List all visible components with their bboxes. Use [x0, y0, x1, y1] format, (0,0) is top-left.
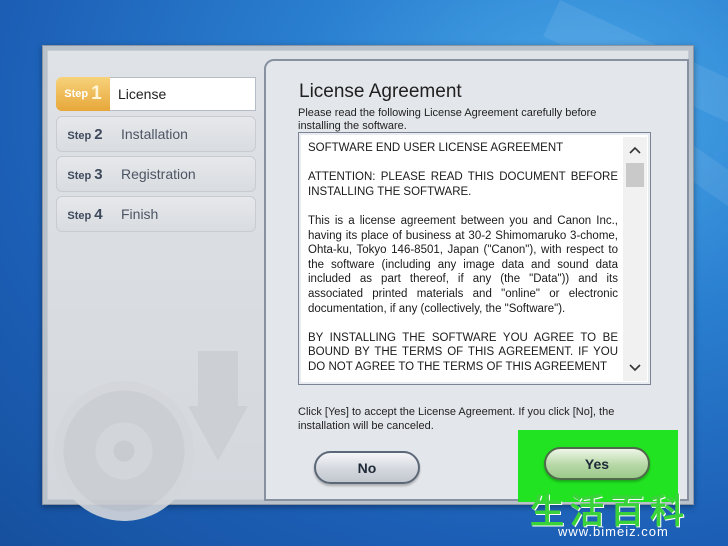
- step-tag-label: Step: [67, 129, 92, 142]
- cd-disc-icon: [54, 381, 194, 521]
- step-tag-label: Step: [67, 169, 92, 182]
- step-finish: Step 4 Finish: [56, 196, 256, 232]
- step-tag-label: Step: [64, 88, 89, 100]
- scroll-up-icon[interactable]: [623, 139, 647, 161]
- step-badge: Step 4: [57, 206, 113, 223]
- step-label: License: [110, 77, 256, 111]
- page-title: License Agreement: [299, 81, 462, 102]
- yes-button[interactable]: Yes: [544, 447, 650, 480]
- license-text-area[interactable]: SOFTWARE END USER LICENSE AGREEMENT ATTE…: [298, 132, 651, 385]
- intro-text: Please read the following License Agreem…: [298, 107, 597, 132]
- scroll-thumb[interactable]: [626, 163, 644, 187]
- download-arrow-icon: [188, 351, 248, 461]
- step-number: 1: [91, 83, 102, 104]
- watermark-url: www.bimeiz.com: [558, 524, 669, 539]
- step-number: 3: [94, 165, 103, 183]
- license-paragraph: This is a license agreement between you …: [308, 214, 618, 315]
- step-tag-label: Step: [67, 209, 92, 222]
- scroll-down-icon[interactable]: [623, 357, 647, 379]
- step-label: Registration: [121, 166, 196, 182]
- license-paragraph: BY INSTALLING THE SOFTWARE YOU AGREE TO …: [308, 331, 618, 373]
- step-number: 2: [94, 125, 103, 143]
- accept-instructions: Click [Yes] to accept the License Agreem…: [298, 406, 615, 432]
- steps-panel: Step 1 License Step 2 Installation Step …: [56, 76, 256, 236]
- step-badge: Step 3: [57, 166, 113, 183]
- step-installation: Step 2 Installation: [56, 116, 256, 152]
- license-text: SOFTWARE END USER LICENSE AGREEMENT ATTE…: [308, 141, 618, 379]
- license-paragraph: SOFTWARE END USER LICENSE AGREEMENT: [308, 142, 564, 154]
- license-paragraph: ATTENTION: PLEASE READ THIS DOCUMENT BEF…: [308, 171, 618, 198]
- step-number: 4: [94, 205, 103, 223]
- step-badge: Step 2: [57, 126, 113, 143]
- step-label: Finish: [121, 206, 159, 222]
- step-registration: Step 3 Registration: [56, 156, 256, 192]
- step-label: Installation: [121, 126, 188, 142]
- step-license: Step 1 License: [56, 76, 256, 112]
- no-button[interactable]: No: [314, 451, 420, 484]
- vertical-scrollbar[interactable]: [623, 137, 647, 381]
- step-badge: Step 1: [56, 77, 110, 111]
